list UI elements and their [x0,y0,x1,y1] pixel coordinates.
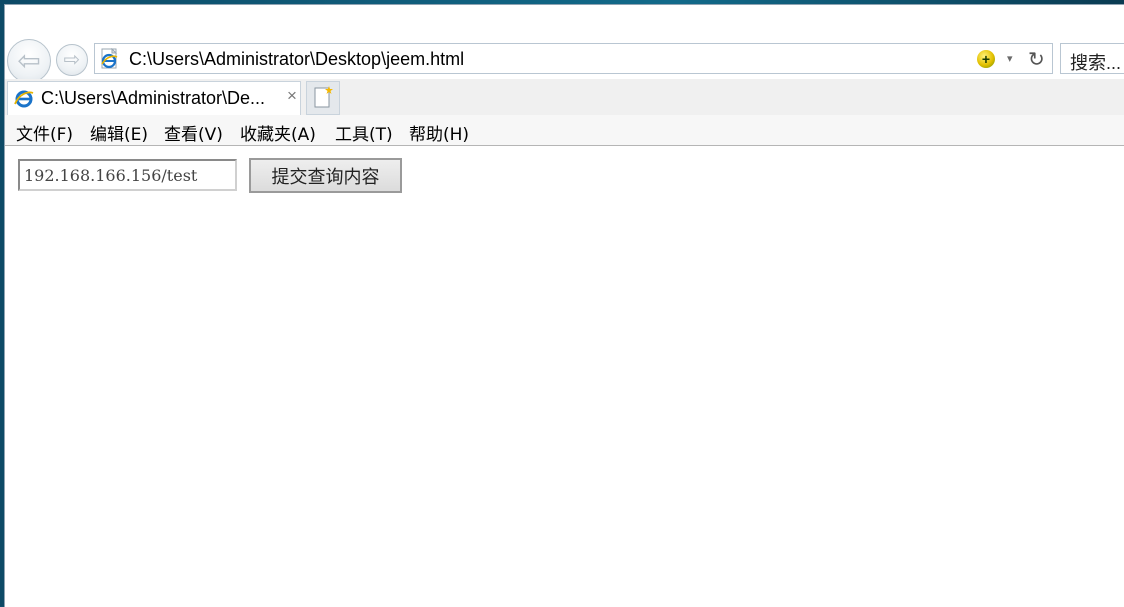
url-input[interactable] [18,159,237,191]
menu-tools[interactable]: 工具(T) [335,120,393,145]
address-bar[interactable]: C:\Users\Administrator\Desktop\jeem.html… [94,43,1053,74]
new-tab-button[interactable] [306,81,340,115]
new-tab-icon [314,86,333,108]
menu-edit[interactable]: 编辑(E) [90,120,148,145]
menu-file[interactable]: 文件(F) [16,120,73,145]
forward-button[interactable]: ⇨ [56,44,88,76]
tab-title: C:\Users\Administrator\De... [41,88,266,108]
search-placeholder: 搜索... [1070,53,1122,73]
refresh-icon[interactable]: ↻ [1028,47,1045,72]
compatibility-view-icon[interactable]: + [977,50,995,68]
menu-view[interactable]: 查看(V) [164,120,223,145]
internet-explorer-icon [14,90,34,108]
ie-page-icon [101,48,118,69]
submit-query-button[interactable]: 提交查询内容 [249,158,402,193]
tab-strip: C:\Users\Administrator\De... × [5,79,1124,115]
close-tab-icon[interactable]: × [287,86,297,106]
navigation-bar: ⇦ ⇨ C:\Users\Administrator\Desktop\jeem.… [5,39,1124,83]
tab-active[interactable]: C:\Users\Administrator\De... × [7,81,301,115]
address-dropdown-icon[interactable]: ▾ [1007,52,1013,65]
page-content: 提交查询内容 [5,146,1124,607]
compat-plus-glyph: + [981,51,991,67]
address-text[interactable]: C:\Users\Administrator\Desktop\jeem.html [129,49,464,70]
menu-favorites[interactable]: 收藏夹(A) [240,120,316,145]
browser-window: ⇦ ⇨ C:\Users\Administrator\Desktop\jeem.… [4,4,1124,607]
back-arrow-icon: ⇦ [17,45,41,76]
search-box[interactable]: 搜索... [1060,43,1124,74]
back-button[interactable]: ⇦ [7,39,51,83]
forward-arrow-icon: ⇨ [63,49,81,71]
menu-bar: 文件(F) 编辑(E) 查看(V) 收藏夹(A) 工具(T) 帮助(H) [5,115,1124,146]
menu-help[interactable]: 帮助(H) [409,120,469,145]
